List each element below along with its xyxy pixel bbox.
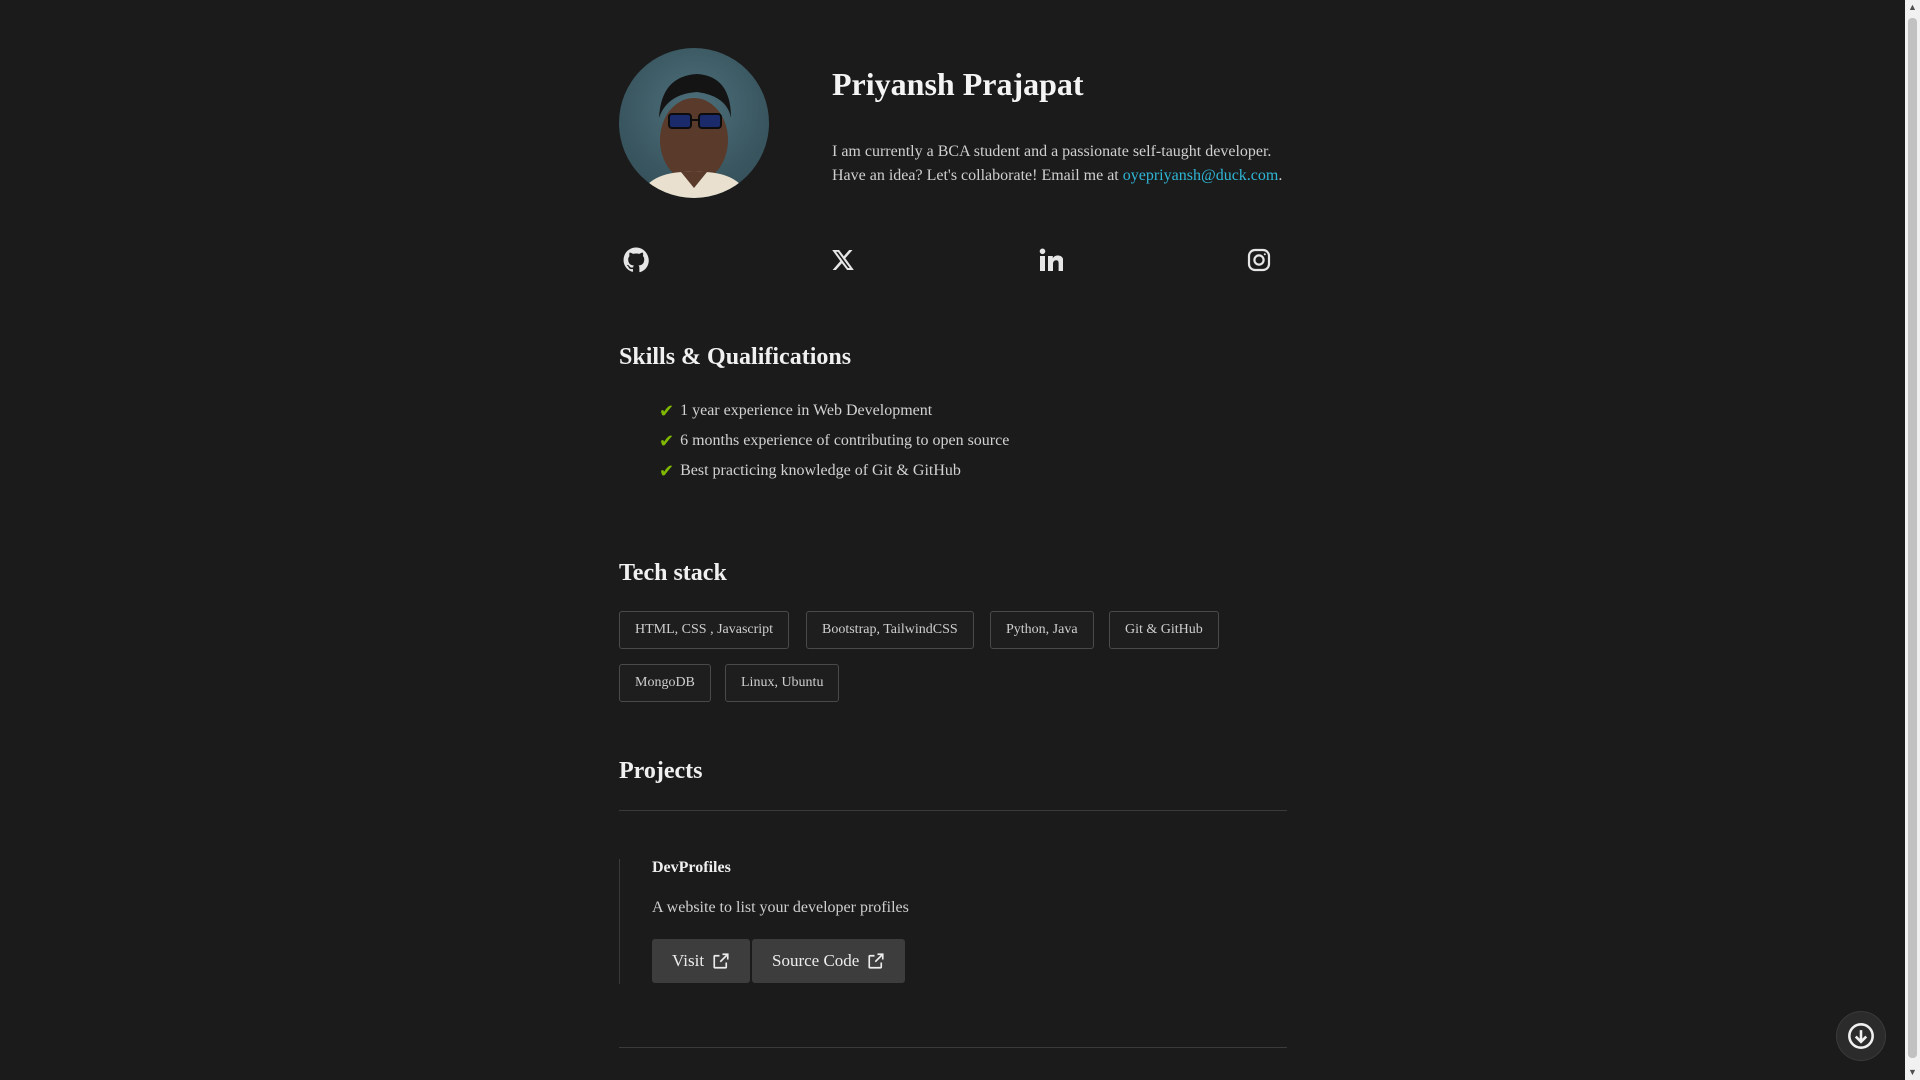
main-container: Priyansh Prajapat I am currently a BCA s…: [619, 0, 1287, 1048]
visit-label: Visit: [672, 951, 705, 970]
skill-text: 6 months experience of contributing to o…: [680, 432, 1010, 449]
divider: [619, 810, 1287, 811]
bio-suffix: .: [1278, 167, 1283, 184]
list-item: ✔ 1 year experience in Web Development: [659, 396, 1009, 426]
tech-tag: MongoDB: [619, 664, 711, 702]
tech-tag: Git & GitHub: [1109, 611, 1219, 649]
scroll-down-button[interactable]: [1836, 1011, 1886, 1061]
profile-bio: I am currently a BCA student and a passi…: [832, 140, 1292, 188]
visit-button[interactable]: Visit: [652, 939, 751, 983]
divider: [619, 1047, 1287, 1048]
github-icon[interactable]: [620, 244, 652, 276]
source-code-label: Source Code: [772, 951, 860, 970]
checkmark-icon: ✔: [659, 401, 675, 421]
bio-line-2: Have an idea? Let's collaborate! Email m…: [832, 167, 1123, 184]
x-icon[interactable]: [827, 244, 859, 276]
scroll-down-arrow-icon[interactable]: ▼: [1905, 1065, 1920, 1080]
skill-text: Best practicing knowledge of Git & GitHu…: [680, 462, 961, 479]
external-link-icon: [713, 953, 729, 969]
profile-header: Priyansh Prajapat I am currently a BCA s…: [619, 0, 1287, 220]
tech-tag: Linux, Ubuntu: [725, 664, 840, 702]
list-item: ✔ 6 months experience of contributing to …: [659, 426, 1009, 456]
arrow-down-circle-icon: [1848, 1023, 1874, 1049]
tech-stack-heading: Tech stack: [619, 560, 727, 586]
scrollbar-thumb[interactable]: [1908, 18, 1917, 1058]
avatar-portrait: [639, 74, 749, 198]
scroll-up-arrow-icon[interactable]: ▲: [1905, 0, 1920, 15]
skills-heading: Skills & Qualifications: [619, 344, 852, 370]
instagram-icon[interactable]: [1243, 244, 1275, 276]
email-link[interactable]: oyepriyansh@duck.com: [1123, 167, 1279, 184]
external-link-icon: [868, 953, 884, 969]
projects-heading: Projects: [619, 758, 703, 784]
tech-tag: Bootstrap, TailwindCSS: [806, 611, 974, 649]
project-description: A website to list your developer profile…: [652, 899, 909, 916]
checkmark-icon: ✔: [659, 431, 675, 451]
project-name: DevProfiles: [652, 859, 731, 876]
checkmark-icon: ✔: [659, 461, 675, 481]
tech-tag: HTML, CSS , Javascript: [619, 611, 790, 649]
avatar: [619, 48, 769, 198]
profile-name: Priyansh Prajapat: [832, 66, 1084, 102]
project-card: DevProfiles A website to list your devel…: [619, 859, 1288, 984]
source-code-button[interactable]: Source Code: [752, 939, 906, 983]
social-links: [619, 244, 1287, 276]
linkedin-icon[interactable]: [1035, 244, 1067, 276]
scrollbar[interactable]: ▲ ▼: [1905, 0, 1920, 1080]
list-item: ✔ Best practicing knowledge of Git & GitH…: [659, 456, 1009, 486]
tech-tag: Python, Java: [990, 611, 1094, 649]
skill-text: 1 year experience in Web Development: [680, 402, 933, 419]
skills-list: ✔ 1 year experience in Web Development ✔ 6…: [659, 396, 1009, 486]
bio-line-1: I am currently a BCA student and a passi…: [832, 143, 1272, 160]
